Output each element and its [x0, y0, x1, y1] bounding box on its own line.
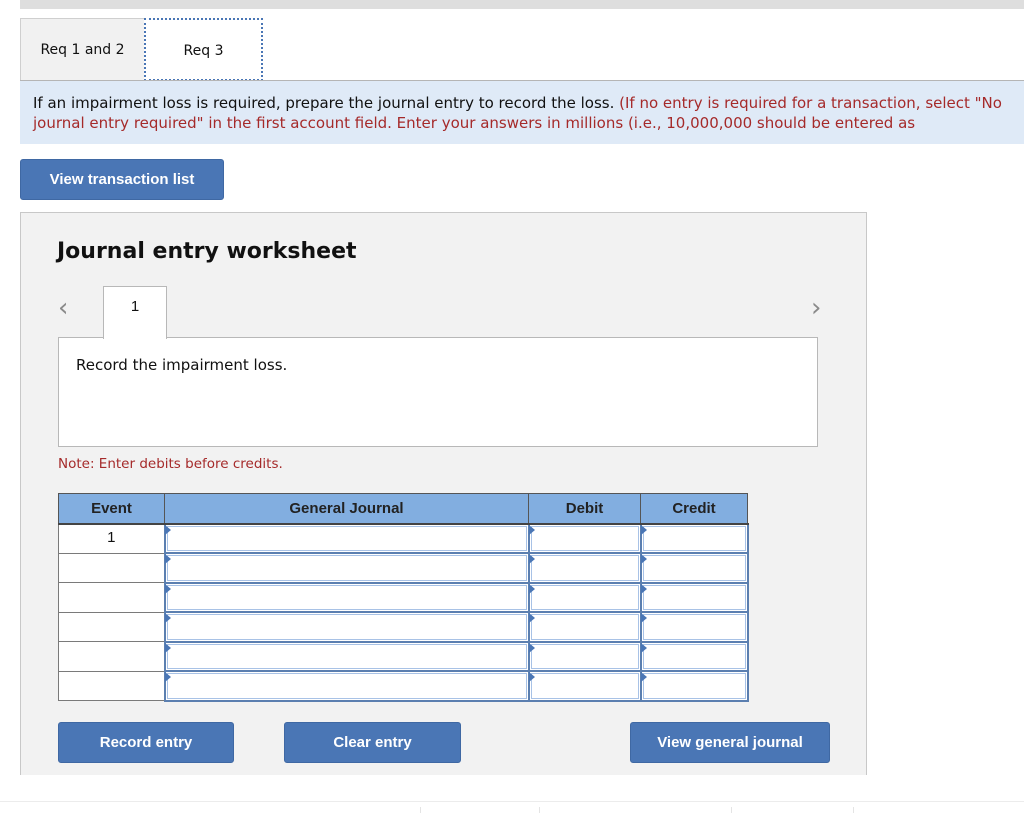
header-general-journal: General Journal	[164, 493, 529, 525]
dropdown-marker-icon	[528, 583, 535, 594]
dropdown-marker-icon	[164, 554, 171, 564]
footer-divider-tick	[539, 807, 540, 813]
debit-input[interactable]	[530, 584, 639, 610]
footer-divider-tick	[853, 807, 854, 813]
journal-row: 1	[58, 522, 749, 554]
journal-row	[58, 640, 749, 672]
chevron-left-icon[interactable]: ‹	[58, 293, 68, 323]
account-cell	[163, 552, 530, 584]
journal-header-row: Event General Journal Debit Credit	[58, 493, 748, 525]
chevron-right-icon[interactable]: ›	[811, 293, 821, 323]
tab-req-1-and-2[interactable]: Req 1 and 2	[20, 18, 145, 80]
dropdown-marker-icon	[640, 524, 647, 535]
credit-input[interactable]	[642, 584, 746, 610]
dropdown-marker-icon	[164, 524, 171, 535]
journal-row	[58, 611, 749, 643]
debit-cell	[527, 581, 642, 613]
account-cell	[163, 611, 530, 643]
journal-table: Event General Journal Debit Credit 1	[58, 493, 749, 702]
event-cell	[58, 670, 165, 701]
journal-entry-worksheet: Journal entry worksheet ‹ › 1 Record the…	[20, 212, 867, 775]
credit-input[interactable]	[642, 673, 746, 699]
instructions-main: If an impairment loss is required, prepa…	[33, 94, 615, 112]
dropdown-marker-icon	[164, 642, 171, 653]
header-event: Event	[58, 493, 165, 525]
account-input[interactable]	[166, 643, 527, 669]
account-input[interactable]	[166, 673, 527, 699]
account-cell	[163, 522, 530, 554]
event-cell	[58, 611, 165, 642]
footer-divider-tick	[731, 807, 732, 813]
worksheet-title: Journal entry worksheet	[57, 239, 357, 264]
instructions-hint-line2: journal entry required" in the first acc…	[33, 114, 916, 132]
account-cell	[163, 640, 530, 672]
journal-row	[58, 581, 749, 613]
event-cell	[58, 641, 165, 672]
top-bar	[20, 0, 1024, 9]
dropdown-marker-icon	[528, 554, 535, 564]
journal-row	[58, 670, 749, 702]
account-cell	[163, 670, 530, 702]
dropdown-marker-icon	[640, 583, 647, 594]
dropdown-marker-icon	[528, 672, 535, 682]
event-cell	[58, 552, 165, 583]
credit-cell	[639, 522, 749, 554]
credit-cell	[639, 552, 749, 584]
credit-cell	[639, 640, 749, 672]
debit-input[interactable]	[530, 673, 639, 699]
account-input[interactable]	[166, 525, 527, 551]
debit-input[interactable]	[530, 555, 639, 581]
debit-cell	[527, 640, 642, 672]
debit-input[interactable]	[530, 525, 639, 551]
clear-entry-button[interactable]: Clear entry	[284, 722, 461, 763]
debit-cell	[527, 611, 642, 643]
entry-description-text: Record the impairment loss.	[76, 356, 288, 374]
header-credit: Credit	[640, 493, 748, 525]
dropdown-marker-icon	[640, 642, 647, 653]
entry-tab-1[interactable]: 1	[103, 286, 167, 339]
debit-input[interactable]	[530, 614, 639, 640]
view-general-journal-button[interactable]: View general journal	[630, 722, 830, 763]
dropdown-marker-icon	[164, 672, 171, 682]
credit-cell	[639, 611, 749, 643]
dropdown-marker-icon	[640, 613, 647, 623]
account-input[interactable]	[166, 584, 527, 610]
debits-note: Note: Enter debits before credits.	[58, 456, 283, 472]
instructions-hint-line1: (If no entry is required for a transacti…	[614, 94, 1002, 112]
instructions-panel: If an impairment loss is required, prepa…	[20, 80, 1024, 144]
credit-input[interactable]	[642, 643, 746, 669]
credit-input[interactable]	[642, 555, 746, 581]
credit-cell	[639, 670, 749, 702]
footer-divider	[0, 801, 1024, 802]
entry-description: Record the impairment loss.	[58, 337, 818, 447]
event-cell: 1	[58, 523, 165, 554]
header-debit: Debit	[528, 493, 641, 525]
journal-row	[58, 552, 749, 584]
dropdown-marker-icon	[528, 613, 535, 623]
dropdown-marker-icon	[528, 642, 535, 653]
footer-divider-tick	[420, 807, 421, 813]
credit-input[interactable]	[642, 525, 746, 551]
debit-cell	[527, 552, 642, 584]
debit-cell	[527, 670, 642, 702]
tab-req-3[interactable]: Req 3	[144, 18, 263, 81]
account-cell	[163, 581, 530, 613]
debit-cell	[527, 522, 642, 554]
record-entry-button[interactable]: Record entry	[58, 722, 234, 763]
dropdown-marker-icon	[528, 524, 535, 535]
account-input[interactable]	[166, 555, 527, 581]
dropdown-marker-icon	[640, 554, 647, 564]
event-cell	[58, 582, 165, 613]
account-input[interactable]	[166, 614, 527, 640]
dropdown-marker-icon	[164, 613, 171, 623]
credit-input[interactable]	[642, 614, 746, 640]
dropdown-marker-icon	[164, 583, 171, 594]
credit-cell	[639, 581, 749, 613]
view-transaction-list-button[interactable]: View transaction list	[20, 159, 224, 200]
debit-input[interactable]	[530, 643, 639, 669]
dropdown-marker-icon	[640, 672, 647, 682]
